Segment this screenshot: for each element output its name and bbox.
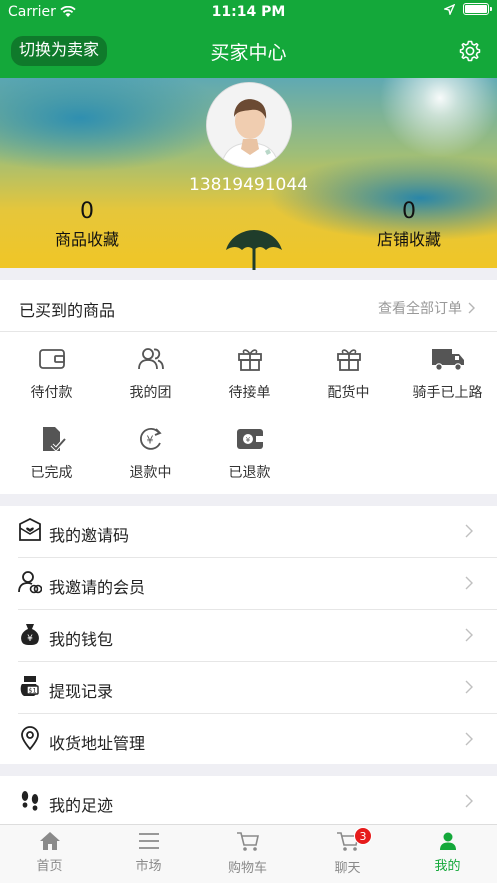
money-bag-icon: ¥ — [21, 624, 39, 645]
invite-envelope-icon — [19, 518, 41, 541]
location-pin-icon — [21, 726, 39, 750]
product-favorites[interactable]: 0 商品收藏 — [17, 199, 157, 250]
chevron-right-icon — [465, 794, 473, 808]
product-fav-count: 0 — [80, 199, 94, 224]
person-icon — [439, 832, 456, 850]
view-all-orders-label: 查看全部订单 — [378, 301, 462, 317]
refund-wallet-icon: ¥ — [236, 429, 263, 449]
orders-status-grid: 待付款 我的团 待接单 配货中 骑手已上路 已完成 ¥ 退款中 ¥ 已退款 — [0, 332, 497, 494]
order-status-label: 已退款 — [228, 465, 271, 481]
menu-item-label: 提现记录 — [49, 682, 114, 701]
avatar-person-icon — [207, 83, 291, 167]
menu-item-withdraw-records[interactable]: $1 提现记录 — [0, 662, 497, 714]
svg-text:¥: ¥ — [146, 434, 153, 447]
tab-label: 市场 — [135, 859, 162, 874]
chevron-right-icon — [465, 680, 473, 694]
menu-item-label: 收货地址管理 — [49, 734, 146, 753]
chevron-right-icon — [468, 302, 475, 314]
group-icon — [137, 348, 164, 370]
umbrella-decoration — [226, 230, 282, 270]
chevron-right-icon — [465, 732, 473, 746]
chevron-right-icon — [465, 576, 473, 590]
tab-cart[interactable]: 购物车 — [198, 831, 297, 876]
menu-item-wallet[interactable]: ¥ 我的钱包 — [0, 610, 497, 662]
tab-label: 购物车 — [227, 861, 267, 876]
shop-fav-label: 店铺收藏 — [376, 230, 441, 249]
order-status-label: 退款中 — [129, 465, 172, 481]
location-arrow-icon — [444, 3, 455, 15]
view-all-orders-link[interactable]: 查看全部订单 — [378, 298, 475, 318]
chevron-right-icon — [465, 524, 473, 538]
shop-fav-count: 0 — [402, 199, 416, 224]
gift-icon — [336, 349, 361, 371]
document-check-icon — [42, 427, 66, 452]
gear-icon[interactable] — [458, 39, 482, 63]
product-fav-label: 商品收藏 — [54, 230, 119, 249]
wallet-icon — [38, 349, 65, 369]
svg-text:¥: ¥ — [27, 634, 33, 644]
tab-bar: 首页 市场 购物车 聊天 3 我的 — [0, 824, 497, 883]
user-phone: 13819491044 — [189, 175, 308, 195]
menu-item-invited-members[interactable]: 我邀请的会员 — [0, 558, 497, 610]
unread-badge: 3 — [354, 827, 372, 845]
member-icon — [18, 571, 42, 594]
svg-text:¥: ¥ — [245, 436, 250, 444]
order-status-refunded[interactable]: ¥ 已退款 — [200, 426, 299, 482]
menu-item-footprint[interactable]: 我的足迹 — [0, 776, 497, 824]
page-title: 买家中心 — [210, 42, 287, 64]
status-right — [444, 3, 492, 15]
orders-title: 已买到的商品 — [19, 301, 116, 320]
nav-bar: 切换为卖家 买家中心 — [0, 24, 497, 78]
tab-home[interactable]: 首页 — [0, 831, 99, 874]
shop-favorites[interactable]: 0 店铺收藏 — [339, 199, 479, 250]
order-status-label: 已完成 — [30, 465, 73, 481]
menu-item-label: 我的邀请码 — [49, 526, 130, 545]
order-status-preparing[interactable]: 配货中 — [299, 346, 398, 402]
tab-label: 聊天 — [334, 861, 361, 876]
cart-icon — [236, 832, 259, 851]
orders-header: 已买到的商品 查看全部订单 — [0, 280, 497, 332]
order-status-label: 待付款 — [30, 385, 73, 401]
truck-icon — [431, 349, 464, 371]
tab-market[interactable]: 市场 — [99, 831, 198, 874]
menu-item-label: 我的钱包 — [49, 630, 114, 649]
chevron-right-icon — [465, 628, 473, 642]
svg-text:$1: $1 — [28, 687, 36, 695]
menu-item-invite-code[interactable]: 我的邀请码 — [0, 506, 497, 558]
order-status-label: 配货中 — [327, 385, 370, 401]
menu-group: 我的邀请码 我邀请的会员 ¥ 我的钱包 $1 提现记录 收货地址管理 — [0, 506, 497, 764]
order-status-pending-payment[interactable]: 待付款 — [2, 346, 101, 402]
order-status-refunding[interactable]: ¥ 退款中 — [101, 426, 200, 482]
order-status-my-group[interactable]: 我的团 — [101, 346, 200, 402]
withdraw-icon: $1 — [20, 676, 39, 696]
tab-chat[interactable]: 聊天 3 — [298, 827, 397, 876]
menu-group-footprint: 我的足迹 — [0, 776, 497, 824]
gift-icon — [237, 349, 262, 371]
menu-item-label: 我的足迹 — [49, 796, 114, 815]
menu-item-label: 我邀请的会员 — [49, 578, 146, 597]
avatar[interactable] — [206, 82, 292, 168]
battery-icon — [463, 3, 492, 15]
menu-lines-icon — [138, 833, 159, 849]
order-status-label: 我的团 — [129, 385, 172, 401]
order-status-label: 待接单 — [228, 385, 271, 401]
order-status-awaiting-accept[interactable]: 待接单 — [200, 346, 299, 402]
tab-label: 我的 — [434, 859, 461, 874]
status-time: 11:14 PM — [211, 4, 286, 20]
order-status-completed[interactable]: 已完成 — [2, 426, 101, 482]
tab-mine[interactable]: 我的 — [398, 831, 497, 874]
footprint-icon — [21, 791, 39, 811]
order-status-rider-on-way[interactable]: 骑手已上路 — [398, 346, 497, 402]
menu-item-address-management[interactable]: 收货地址管理 — [0, 714, 497, 764]
yen-refresh-icon: ¥ — [139, 428, 162, 450]
tab-label: 首页 — [36, 859, 63, 874]
home-icon — [39, 832, 60, 850]
order-status-label: 骑手已上路 — [412, 385, 483, 401]
status-bar: Carrier 11:14 PM — [0, 0, 497, 24]
